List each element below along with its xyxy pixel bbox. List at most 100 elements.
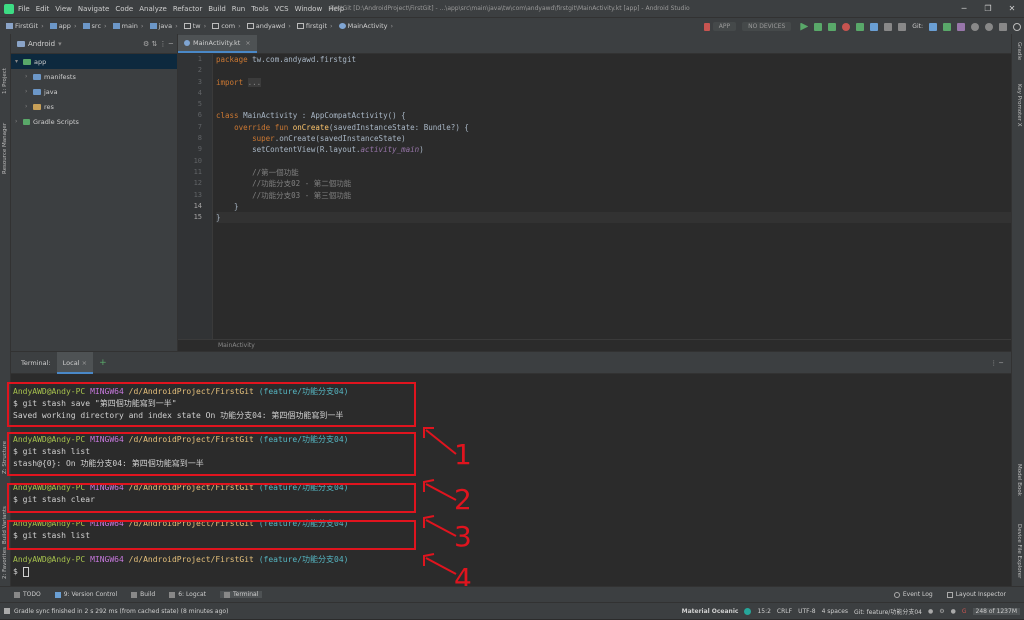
tool-window-version-control[interactable]: 9: Version Control [54,591,117,598]
history-icon[interactable] [971,22,979,31]
kotlin-file-icon [184,40,190,46]
hammer-icon[interactable] [703,22,710,31]
status-message[interactable]: Gradle sync finished in 2 s 292 ms (from… [14,608,228,615]
breadcrumb-item[interactable]: andyawd [256,22,286,30]
git-push-icon[interactable] [957,22,965,31]
git-update-icon[interactable] [929,22,937,31]
rollback-icon[interactable] [985,22,993,31]
settings-icon[interactable]: ⚙ [939,608,944,615]
tool-window-key-promoter[interactable]: Key Promoter X [1016,84,1022,127]
breadcrumb-item[interactable]: MainActivity [348,22,388,30]
apply-changes-icon[interactable] [814,22,823,31]
terminal-options-icon[interactable]: ⋮ ─ [991,359,1003,367]
line-separator[interactable]: CRLF [777,608,792,615]
layout-icon[interactable] [999,22,1007,31]
git-branch[interactable]: Git: feature/功能分支04 [854,607,922,616]
search-icon[interactable] [1013,22,1021,31]
tool-window-resource-manager[interactable]: Resource Manager [2,123,8,174]
breadcrumb-item[interactable]: app [59,22,71,30]
tool-window-terminal[interactable]: Terminal [220,591,263,598]
add-terminal-icon[interactable]: + [93,352,113,374]
tool-window-gradle[interactable]: Gradle [1016,42,1022,60]
menu-vcs[interactable]: VCS [274,5,288,13]
tree-item-java[interactable]: › java [11,84,177,99]
maximize-button[interactable]: ❐ [976,0,1000,17]
menu-file[interactable]: File [18,5,30,13]
tool-window-model-book[interactable]: Model Book [1016,464,1022,496]
tool-window-logcat[interactable]: 6: Logcat [169,591,206,598]
breadcrumb-item[interactable]: java [159,22,173,30]
line-number-gutter: 1 2 3 4 5 6 7 8 9 10 11 12 13 14 15 [178,54,213,339]
inspector-icon[interactable]: ● [951,608,956,615]
breadcrumb-item[interactable]: src [92,22,102,30]
google-icon[interactable]: G [962,608,967,615]
minimize-button[interactable]: ─ [952,0,976,17]
menu-run[interactable]: Run [232,5,245,13]
tree-item-gradle-scripts[interactable]: › Gradle Scripts [11,114,177,129]
menu-edit[interactable]: Edit [36,5,50,13]
annotation-box [7,382,416,427]
menu-analyze[interactable]: Analyze [139,5,167,13]
terminal-input-line: $ [13,566,1011,578]
tool-window-todo[interactable]: TODO [14,591,41,598]
run-config-select[interactable]: APP [712,22,737,31]
theme-name[interactable]: Material Oceanic [682,608,739,615]
package-icon [212,23,220,29]
editor-breadcrumb-footer[interactable]: MainActivity [178,339,1011,351]
menu-tools[interactable]: Tools [251,5,268,13]
annotation-box [7,432,416,476]
menu-refactor[interactable]: Refactor [173,5,202,13]
tree-item-app[interactable]: ▾ app [11,54,177,69]
close-button[interactable]: ✕ [1000,0,1024,17]
gradle-icon [23,118,30,125]
menu-navigate[interactable]: Navigate [78,5,109,13]
project-view-select[interactable]: Android [28,40,55,48]
avd-manager-icon[interactable] [884,22,893,31]
git-commit-icon[interactable] [943,22,951,31]
status-toggle-icon[interactable] [4,608,10,614]
close-tab-icon[interactable]: × [82,359,87,367]
code-area[interactable]: package tw.com.andyawd.firstgit import .… [216,54,1011,339]
tool-window-build[interactable]: Build [131,591,155,598]
debug-icon[interactable] [828,22,837,31]
settings-gear-icon[interactable]: ⚙ ⇅ ⋮ ─ [143,40,173,48]
tool-window-favorites[interactable]: 2: Favorites [2,547,8,579]
menu-code[interactable]: Code [115,5,133,13]
tool-window-event-log[interactable]: Event Log [893,591,933,598]
kotlin-class-icon [338,23,346,29]
editor-tab-mainactivity[interactable]: MainActivity.kt × [178,35,257,53]
profile-icon[interactable] [856,22,865,31]
lock-icon[interactable]: ● [928,608,933,615]
menu-view[interactable]: View [55,5,72,13]
window-title: FirstGit [D:\AndroidProject\FirstGit] - … [330,5,690,12]
breadcrumb-item[interactable]: main [122,22,138,30]
logcat-icon [169,591,176,598]
memory-indicator[interactable]: 248 of 1237M [972,607,1020,615]
device-select[interactable]: NO DEVICES [742,22,792,31]
tool-window-device-file-explorer[interactable]: Device File Explorer [1016,524,1022,578]
indent-setting[interactable]: 4 spaces [822,608,848,615]
sync-icon[interactable] [870,22,879,31]
breadcrumb-item[interactable]: firstgit [306,22,327,30]
breadcrumb-item[interactable]: FirstGit [15,22,38,30]
right-tool-strip: Gradle Key Promoter X Model Book Device … [1011,34,1024,586]
menu-bar: File Edit View Navigate Code Analyze Ref… [0,0,1024,17]
file-encoding[interactable]: UTF-8 [798,608,816,615]
tool-window-project[interactable]: 1: Project [2,68,8,94]
breadcrumb-item[interactable]: tw [193,22,201,30]
stop-icon[interactable] [842,22,851,31]
breadcrumb-item[interactable]: com [221,22,235,30]
run-icon[interactable] [800,22,809,31]
close-tab-icon[interactable]: × [245,39,250,47]
folder-icon [112,23,120,29]
tree-item-manifests[interactable]: › manifests [11,69,177,84]
tool-window-layout-inspector[interactable]: Layout Inspector [946,591,1006,598]
tree-item-res[interactable]: › res [11,99,177,114]
sdk-manager-icon[interactable] [898,22,907,31]
terminal-tab-local[interactable]: Local × [56,351,94,374]
menu-window[interactable]: Window [295,5,323,13]
build-icon [131,591,138,598]
menu-build[interactable]: Build [208,5,226,13]
package-icon [296,23,304,29]
caret-position[interactable]: 15:2 [757,608,770,615]
